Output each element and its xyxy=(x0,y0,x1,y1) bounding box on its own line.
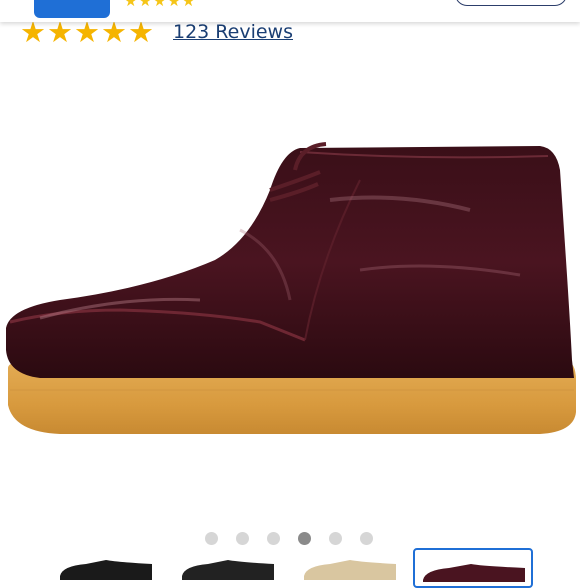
carousel-dot[interactable] xyxy=(205,532,218,545)
reviews-link[interactable]: 123 Reviews xyxy=(173,21,293,43)
header-product-thumbnail[interactable] xyxy=(34,0,110,18)
carousel-dot[interactable] xyxy=(360,532,373,545)
thumbnail-strip xyxy=(0,548,580,588)
star-icon: ★ xyxy=(20,15,46,49)
thumbnail-black-boot[interactable] xyxy=(56,548,156,588)
carousel-dot-active[interactable] xyxy=(298,532,311,545)
header-star-rating: ★★★★★ xyxy=(124,0,197,10)
header-action-button[interactable] xyxy=(455,0,567,6)
carousel-dot[interactable] xyxy=(236,532,249,545)
product-image[interactable] xyxy=(0,60,580,520)
thumbnail-black-suede-boot[interactable] xyxy=(178,548,278,588)
carousel-dot[interactable] xyxy=(267,532,280,545)
star-icon: ★ xyxy=(74,15,100,49)
rating-row: ★ ★ ★ ★ ★ 123 Reviews xyxy=(20,15,293,49)
carousel-dot[interactable] xyxy=(329,532,342,545)
star-icon: ★ xyxy=(128,15,154,49)
star-icon: ★ xyxy=(101,15,127,49)
thumbnail-tan-boot[interactable] xyxy=(300,548,400,588)
star-icon: ★ xyxy=(47,15,73,49)
carousel-dots xyxy=(205,532,391,545)
thumbnail-burgundy-boot-selected[interactable] xyxy=(413,548,533,588)
star-rating[interactable]: ★ ★ ★ ★ ★ xyxy=(20,15,155,49)
sticky-header: ★★★★★ xyxy=(0,0,580,22)
